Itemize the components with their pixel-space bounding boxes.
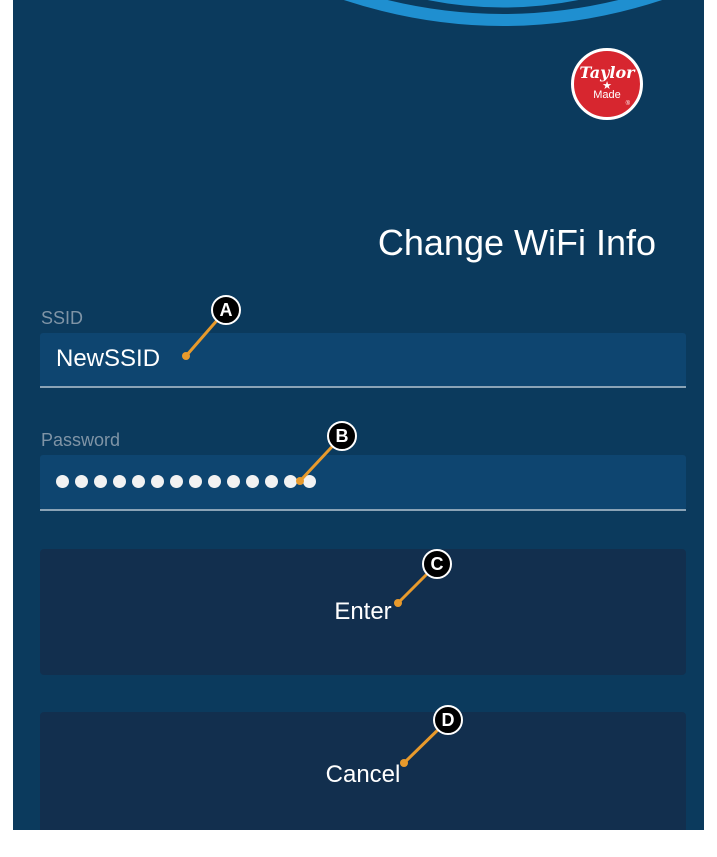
ssid-label: SSID xyxy=(41,308,84,328)
logo-text-made: Made xyxy=(593,89,621,101)
callout-c: C xyxy=(422,549,452,579)
password-dot xyxy=(170,475,183,488)
ssid-input[interactable]: NewSSID xyxy=(40,333,686,388)
password-underline xyxy=(40,509,686,511)
callout-a: A xyxy=(211,295,241,325)
password-dot xyxy=(208,475,221,488)
callout-b: B xyxy=(327,421,357,451)
password-dot xyxy=(227,475,240,488)
app-screen: Taylor ★ Made ® Change WiFi Info SSID Ne… xyxy=(13,0,704,830)
ssid-value: NewSSID xyxy=(56,345,161,372)
enter-button[interactable]: Enter xyxy=(40,549,686,675)
password-dot xyxy=(151,475,164,488)
password-label: Password xyxy=(41,430,121,450)
password-dot xyxy=(94,475,107,488)
password-dot xyxy=(132,475,145,488)
taylor-made-logo: Taylor ★ Made ® xyxy=(571,48,643,120)
password-masked-value xyxy=(56,475,322,493)
password-dot xyxy=(303,475,316,488)
password-dot xyxy=(189,475,202,488)
logo-registered-mark: ® xyxy=(625,101,630,107)
password-dot xyxy=(113,475,126,488)
password-dot xyxy=(246,475,259,488)
page-title: Change WiFi Info xyxy=(377,222,656,263)
password-dot xyxy=(75,475,88,488)
ssid-underline xyxy=(40,386,686,388)
wifi-signal-icon xyxy=(343,0,663,26)
password-dot xyxy=(284,475,297,488)
password-input[interactable] xyxy=(40,455,686,510)
cancel-button[interactable]: Cancel xyxy=(40,712,686,830)
password-dot xyxy=(265,475,278,488)
callout-d: D xyxy=(433,705,463,735)
password-dot xyxy=(56,475,69,488)
